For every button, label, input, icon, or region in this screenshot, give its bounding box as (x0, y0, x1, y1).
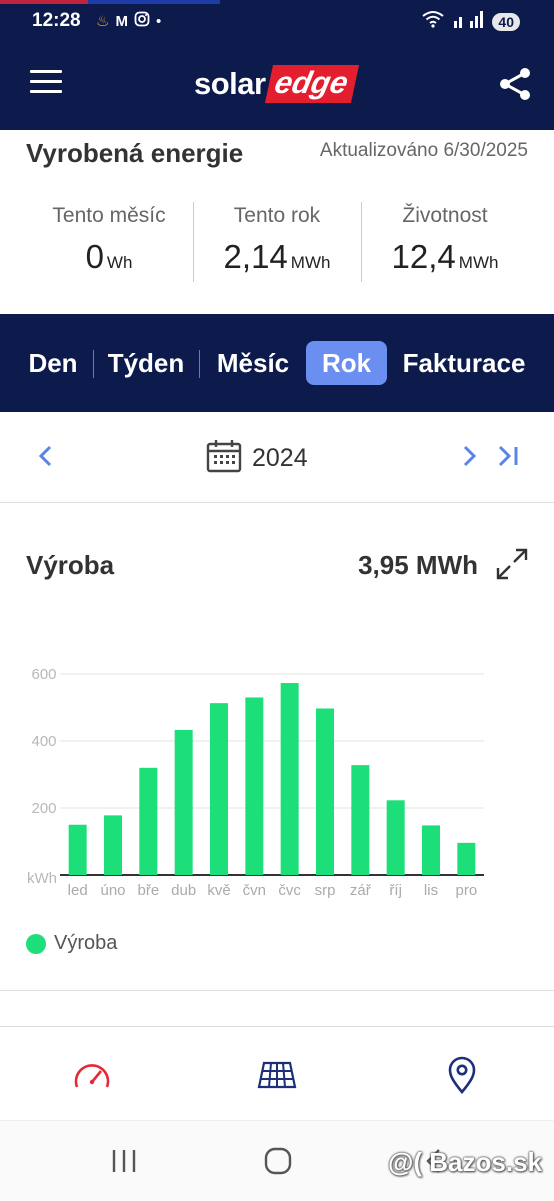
x-tick-label: čvn (243, 882, 266, 899)
x-tick-label: dub (171, 882, 196, 899)
home-icon[interactable] (264, 1147, 292, 1180)
share-icon[interactable] (498, 66, 532, 102)
chart-bar (245, 697, 264, 875)
stat-unit: Wh (106, 253, 133, 272)
tab-billing[interactable]: Fakturace (396, 341, 532, 385)
x-tick-label: pro (455, 882, 477, 899)
x-tick-label: úno (100, 882, 125, 899)
stat-label: Tento rok (233, 204, 321, 227)
x-tick-label: kvě (207, 882, 230, 899)
clock: 12:28 (32, 10, 81, 31)
energy-summary: Vyrobená energie Aktualizováno 6/30/2025… (0, 130, 554, 314)
last-updated: Aktualizováno 6/30/2025 (319, 140, 528, 161)
y-tick-label: 200 (31, 800, 56, 817)
logo-text-edge: edge (264, 65, 360, 103)
chart-legend: Výroba (26, 932, 117, 955)
x-tick-label: srp (315, 882, 336, 899)
x-tick-label: čvc (278, 882, 301, 899)
chart-bar (457, 842, 476, 875)
dashboard-gauge-icon[interactable] (72, 1055, 112, 1095)
y-tick-label: 600 (31, 666, 56, 683)
x-tick-label: říj (389, 882, 402, 899)
x-tick-label: led (68, 882, 88, 899)
chart-bar (386, 800, 405, 875)
tab-day[interactable]: Den (22, 341, 84, 385)
watermark: @( Bazos.sk (388, 1147, 542, 1177)
stat-this-year: Tento rok 2,14 MWh (194, 204, 360, 276)
tab-month[interactable]: Měsíc (209, 341, 297, 385)
dot-icon: • (155, 12, 162, 30)
chart-bar (139, 767, 158, 875)
x-tick-label: lis (424, 882, 438, 899)
production-chart: 200 400 600 kWhled úno bře dub kvě čvn čvc srp zář ř… (27, 666, 484, 899)
status-bar: 12:28 ♨ M • 40 (0, 0, 554, 44)
chart-bar (174, 729, 193, 875)
stat-value: 0 (85, 238, 104, 275)
stat-label: Životnost (402, 204, 488, 227)
legend-label: Výroba (54, 932, 118, 954)
energy-title: Vyrobená energie (26, 138, 244, 168)
previous-period-chevron-icon[interactable] (32, 442, 60, 470)
instagram-icon (134, 11, 150, 31)
production-title: Výroba (26, 550, 115, 580)
chart-bar (280, 683, 299, 875)
battery-indicator: 40 (492, 12, 520, 31)
x-tick-label: zář (350, 882, 372, 899)
bottom-navigation (0, 1026, 554, 1121)
year-label: 2024 (252, 443, 308, 472)
app-header: solar edge (0, 44, 554, 130)
calendar-icon (206, 439, 242, 478)
stat-label: Tento měsíc (52, 204, 166, 227)
chart-bar (351, 765, 370, 875)
tab-separator (93, 350, 94, 378)
recent-apps-icon[interactable] (110, 1147, 138, 1180)
last-period-icon[interactable] (494, 442, 522, 470)
expand-icon[interactable] (496, 548, 528, 580)
x-tick-label: bře (137, 882, 159, 899)
fire-icon: ♨ (96, 13, 110, 30)
production-total: 3,95 MWh (358, 550, 478, 580)
stat-unit: MWh (290, 253, 331, 272)
next-period-chevron-icon[interactable] (455, 442, 483, 470)
chart-bar (68, 824, 87, 875)
gmail-icon: M (115, 12, 128, 30)
y-axis-unit-label: kWh (27, 870, 57, 887)
legend-swatch (26, 933, 46, 954)
logo-text-solar: solar (194, 66, 266, 101)
solaredge-logo: solar edge (194, 64, 360, 104)
tab-separator (199, 350, 200, 378)
period-tabs: Den Týden Měsíc Rok Fakturace (0, 314, 554, 412)
chart-bar (422, 825, 440, 875)
tab-year[interactable]: Rok (306, 341, 387, 385)
wifi-icon (422, 10, 445, 33)
stat-value: 12,4 (391, 238, 456, 275)
location-pin-icon[interactable] (442, 1055, 482, 1095)
stat-value: 2,14 (223, 238, 288, 275)
stat-this-month: Tento měsíc 0 Wh (26, 204, 192, 276)
card-divider (0, 990, 554, 991)
system-navigation-bar: @( Bazos.sk (0, 1120, 554, 1201)
chart-bar (104, 815, 122, 875)
status-accent-line (0, 0, 220, 4)
hamburger-menu-icon[interactable] (30, 70, 62, 98)
signal-icon (452, 10, 484, 33)
year-picker[interactable]: 2024 (206, 439, 308, 478)
period-selector: 2024 (0, 412, 554, 503)
solar-panel-layout-icon[interactable] (257, 1055, 297, 1095)
stat-unit: MWh (458, 253, 499, 272)
y-tick-label: 400 (31, 733, 56, 750)
tab-week[interactable]: Týden (103, 341, 189, 385)
stat-lifetime: Životnost 12,4 MWh (362, 204, 528, 276)
chart-bar (316, 708, 334, 875)
chart-bar (210, 703, 228, 875)
